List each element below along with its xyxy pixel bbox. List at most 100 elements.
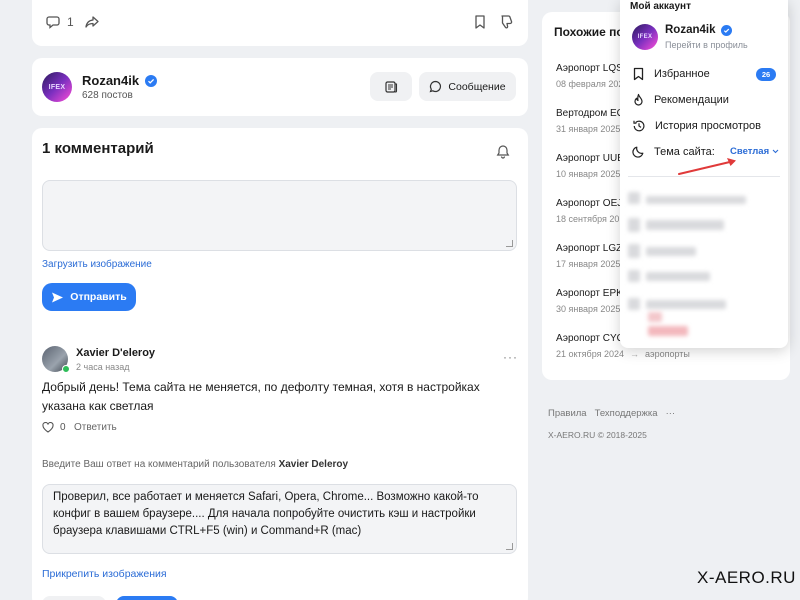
comments-card: 1 комментарий Загрузить изображение Отпр…: [32, 128, 528, 600]
heart-icon: [42, 422, 54, 433]
author-posts-button[interactable]: [370, 72, 412, 101]
comments-title: 1 комментарий: [42, 140, 154, 157]
share-action[interactable]: [84, 14, 100, 30]
copyright: X-AERO.RU © 2018-2025: [548, 430, 647, 440]
verified-icon: [720, 24, 732, 36]
site-watermark: X-AERO.RU: [697, 568, 796, 587]
send-icon: [51, 291, 64, 304]
thumbs-down-icon: [498, 14, 514, 30]
similar-item[interactable]: Вертодром EG 31 января 2025: [556, 108, 624, 134]
send-button[interactable]: Отправить: [42, 283, 136, 311]
menu-item-recommendations[interactable]: Рекомендации: [632, 93, 729, 107]
bookmark-action[interactable]: [473, 14, 487, 30]
similar-title: Похожие по: [554, 25, 624, 39]
dislike-action[interactable]: [498, 14, 514, 30]
similar-item[interactable]: Аэропорт EPK 30 января 2025: [556, 288, 623, 314]
author-name-row: Rozan4ik: [82, 73, 158, 88]
reply-prompt-user: Xavier Deleroy: [278, 459, 349, 470]
blurred-content: [646, 247, 696, 256]
menu-divider: [628, 176, 780, 177]
similar-item-date: 10 января 2025: [556, 169, 621, 179]
share-icon: [84, 14, 100, 30]
similar-item-date: 08 февраля 202: [556, 79, 624, 89]
blurred-content: [646, 300, 726, 309]
commenter-name[interactable]: Xavier D'eleroy: [76, 347, 155, 359]
similar-item-tag[interactable]: аэропорты: [645, 349, 690, 359]
cancel-reply-button[interactable]: [42, 596, 106, 600]
similar-item[interactable]: Аэропорт LGZ 17 января 2025: [556, 243, 622, 269]
account-menu-title: Мой аккаунт: [630, 1, 691, 12]
menu-item-label: Рекомендации: [654, 94, 729, 106]
message-icon: [429, 80, 442, 93]
menu-item-label: Избранное: [654, 68, 710, 80]
footer-more-icon[interactable]: ···: [666, 408, 676, 419]
similar-item-date: 17 января 2025: [556, 259, 621, 269]
author-card: IFEX Rozan4ik 628 постов Сообщение: [32, 58, 528, 116]
newspaper-icon: [384, 80, 398, 94]
new-comment-textarea[interactable]: [42, 180, 517, 251]
menu-item-history[interactable]: История просмотров: [632, 119, 761, 133]
message-button-label: Сообщение: [448, 80, 506, 93]
comment-more-icon[interactable]: ···: [503, 350, 518, 364]
similar-item-date: 18 сентября 20: [556, 214, 620, 224]
avatar-label: IFEX: [637, 34, 653, 41]
similar-item[interactable]: Аэропорт UUB 10 января 2025: [556, 153, 624, 179]
similar-item-title: Аэропорт EPK: [556, 288, 623, 299]
send-button-label: Отправить: [70, 291, 127, 303]
blurred-content: [646, 272, 710, 281]
similar-item-meta: 21 октября 2024 → аэропорты: [556, 349, 690, 359]
footer-links: Правила Техподдержка ···: [548, 408, 675, 419]
upload-image-link[interactable]: Загрузить изображение: [42, 259, 152, 270]
submit-reply-button[interactable]: [116, 596, 178, 600]
history-clock-icon: [632, 119, 646, 133]
similar-item-title: Аэропорт LQS: [556, 63, 623, 74]
moon-icon: [632, 145, 645, 158]
author-name[interactable]: Rozan4ik: [82, 73, 139, 88]
blurred-content: [628, 192, 640, 204]
resize-handle-icon[interactable]: [506, 240, 513, 247]
resize-handle-icon[interactable]: [506, 543, 513, 550]
subscribe-bell[interactable]: [496, 144, 510, 159]
message-button[interactable]: Сообщение: [419, 72, 516, 101]
similar-item-date: 30 января 2025: [556, 304, 621, 314]
favorites-count-badge: 26: [756, 68, 776, 81]
blurred-content: [648, 312, 662, 322]
blurred-content: [628, 218, 640, 232]
bookmark-icon: [632, 67, 645, 81]
similar-item[interactable]: Аэропорт LQS 08 февраля 202: [556, 63, 623, 89]
reply-prompt-text: Введите Ваш ответ на комментарий пользов…: [42, 459, 279, 470]
menu-item-favorites[interactable]: Избранное: [632, 67, 710, 81]
blurred-content: [646, 220, 724, 230]
profile-link[interactable]: Перейти в профиль: [665, 40, 748, 50]
annotation-arrow-icon: [678, 158, 736, 175]
support-link[interactable]: Техподдержка: [595, 408, 658, 419]
avatar-label: IFEX: [48, 84, 66, 91]
comment-icon: [46, 14, 62, 30]
comment-like[interactable]: 0: [42, 422, 66, 433]
comment-text: Добрый день! Тема сайта не меняется, по …: [42, 380, 480, 413]
blurred-content: [648, 326, 688, 336]
flame-icon: [632, 93, 645, 107]
rules-link[interactable]: Правила: [548, 408, 587, 419]
chevron-down-icon: [772, 149, 779, 154]
blurred-content: [646, 196, 746, 204]
attach-images-link[interactable]: Прикрепить изображения: [42, 568, 167, 580]
account-user-row[interactable]: Rozan4ik: [665, 24, 732, 36]
similar-item-title: Аэропорт LGZ: [556, 243, 623, 254]
account-dropdown: Мой аккаунт IFEX Rozan4ik Перейти в проф…: [620, 0, 788, 348]
post-actions-bar: 1: [32, 0, 528, 46]
comments-action[interactable]: 1: [46, 14, 74, 30]
reply-textarea[interactable]: Проверил, все работает и меняется Safari…: [42, 484, 517, 554]
account-avatar[interactable]: IFEX: [632, 24, 658, 50]
account-user-name: Rozan4ik: [665, 24, 716, 36]
similar-item-title: Вертодром EG: [556, 108, 625, 119]
author-avatar[interactable]: IFEX: [42, 72, 72, 102]
similar-item[interactable]: Аэропорт OEJ 18 сентября 20: [556, 198, 622, 224]
verified-icon: [145, 74, 158, 87]
comment-time: 2 часа назад: [76, 362, 130, 372]
reply-link[interactable]: Ответить: [74, 422, 117, 433]
blurred-content: [628, 298, 640, 310]
menu-item-label: История просмотров: [655, 120, 761, 132]
reply-textarea-value: Проверил, все работает и меняется Safari…: [53, 491, 479, 537]
similar-item-date: 21 октября 2024: [556, 349, 625, 359]
